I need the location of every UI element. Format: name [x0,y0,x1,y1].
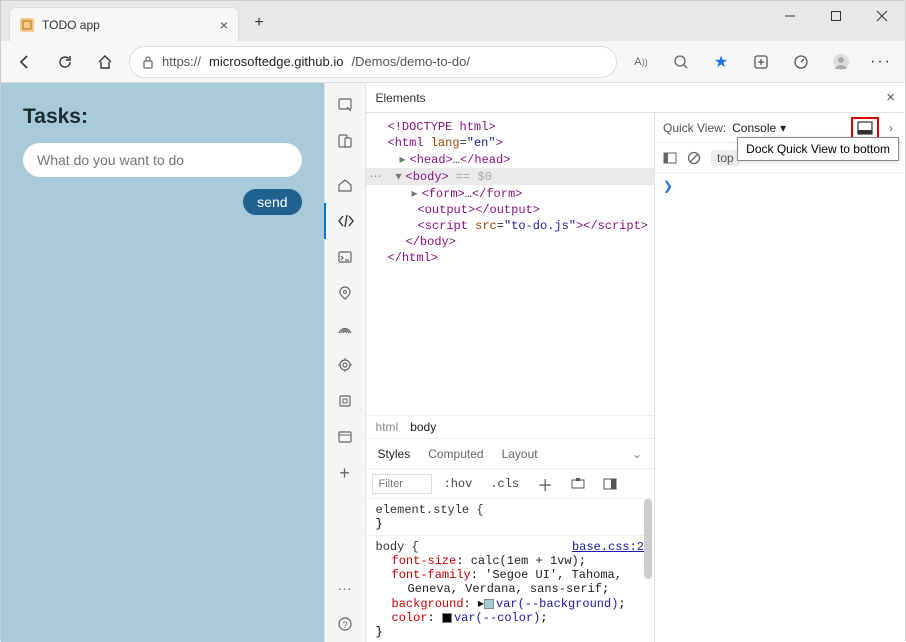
page-content: Tasks: send [1,83,324,642]
quick-view-panel: Quick View: Console ▾ › top ❯ [655,113,905,642]
favorite-button[interactable]: ★ [705,46,737,78]
back-button[interactable] [9,46,41,78]
elements-panel: <!DOCTYPE html> <html lang="en"> ▸<head>… [366,113,655,642]
home-button[interactable] [89,46,121,78]
styles-tabs: Styles Computed Layout ⌄ [366,439,654,469]
dock-tooltip: Dock Quick View to bottom [737,137,899,161]
memory-tool-icon[interactable] [324,383,366,419]
add-tool-button[interactable]: + [324,455,366,491]
tab-layout[interactable]: Layout [502,447,538,461]
clear-console-icon[interactable] [687,151,701,165]
url-host: microsoftedge.github.io [209,54,343,69]
tab-styles[interactable]: Styles [378,447,411,461]
dom-breadcrumb[interactable]: html body [366,415,654,439]
devtools-close-icon[interactable]: × [886,89,895,106]
dock-quick-view-button[interactable] [851,117,879,139]
breadcrumb-html[interactable]: html [376,420,399,434]
toggle-common-rendering-icon[interactable] [565,477,591,491]
computed-sidebar-icon[interactable] [597,477,623,491]
panel-title: Elements [376,91,426,105]
hov-button[interactable]: :hov [438,477,479,491]
chevron-right-icon[interactable]: › [885,121,897,135]
help-icon[interactable]: ? [324,606,366,642]
page-heading: Tasks: [23,105,302,129]
console-sidebar-icon[interactable] [663,151,677,165]
console-body[interactable]: ❯ [655,173,905,642]
welcome-tool-icon[interactable] [324,167,366,203]
maximize-button[interactable] [813,1,859,31]
url-path: /Demos/demo-to-do/ [351,54,470,69]
new-tab-button[interactable]: + [243,7,275,39]
tab-title: TODO app [42,18,212,32]
main-area: Tasks: send + ··· ? Elements × <!DOCTYPE… [1,83,905,642]
collections-button[interactable] [745,46,777,78]
browser-toolbar: https:// microsoftedge.github.io/Demos/de… [1,41,905,83]
close-window-button[interactable] [859,1,905,31]
window-controls [767,1,905,31]
elements-tool-icon[interactable] [324,203,366,239]
console-tool-icon[interactable] [324,239,366,275]
inspect-tool-icon[interactable] [324,87,366,123]
devtools-panel: Elements × <!DOCTYPE html> <html lang="e… [366,83,905,642]
cls-button[interactable]: .cls [484,477,525,491]
todo-input[interactable] [23,143,302,177]
caret-down-icon: ▾ [780,121,786,135]
console-prompt-icon: ❯ [663,179,673,193]
dock-bottom-icon [857,121,873,135]
devtools-header: Elements × [366,83,905,113]
performance-button[interactable] [785,46,817,78]
browser-tab[interactable]: TODO app × [9,7,239,41]
minimize-button[interactable] [767,1,813,31]
element-style-rule: element.style { } [366,499,654,536]
menu-button[interactable]: ··· [865,46,897,78]
read-aloud-button[interactable]: A)) [625,46,657,78]
quick-view-selector[interactable]: Console ▾ [732,121,786,135]
zoom-button[interactable] [665,46,697,78]
styles-filter-input[interactable] [372,474,432,494]
source-link[interactable]: base.css:2 [572,540,644,554]
new-style-rule-icon[interactable]: ＋ [531,472,559,496]
styles-scrollbar[interactable] [644,499,652,579]
tab-close-icon[interactable]: × [220,17,228,33]
address-bar[interactable]: https:// microsoftedge.github.io/Demos/de… [129,46,617,78]
tab-favicon [20,18,34,32]
device-toolbar-icon[interactable] [324,123,366,159]
more-tools-icon[interactable]: ··· [324,570,366,606]
context-selector[interactable]: top [711,150,740,166]
styles-toolbar: :hov .cls ＋ [366,469,654,499]
refresh-button[interactable] [49,46,81,78]
url-prefix: https:// [162,54,201,69]
devtools-activity-bar: + ··· ? [324,83,366,642]
svg-text:?: ? [342,620,347,630]
lock-icon [142,55,154,69]
network-tool-icon[interactable] [324,311,366,347]
application-tool-icon[interactable] [324,419,366,455]
styles-pane[interactable]: element.style { } base.css:2 body { font… [366,499,654,642]
dom-tree[interactable]: <!DOCTYPE html> <html lang="en"> ▸<head>… [366,113,654,272]
chevron-down-icon[interactable]: ⌄ [632,447,642,461]
body-rule: base.css:2 body { font-size: calc(1em + … [366,536,654,642]
tab-computed[interactable]: Computed [428,447,483,461]
send-button[interactable]: send [243,189,301,215]
sources-tool-icon[interactable] [324,275,366,311]
profile-button[interactable] [825,46,857,78]
quick-view-label: Quick View: [663,121,726,135]
breadcrumb-body[interactable]: body [410,420,436,434]
titlebar: TODO app × + [1,1,905,41]
performance-tool-icon[interactable] [324,347,366,383]
